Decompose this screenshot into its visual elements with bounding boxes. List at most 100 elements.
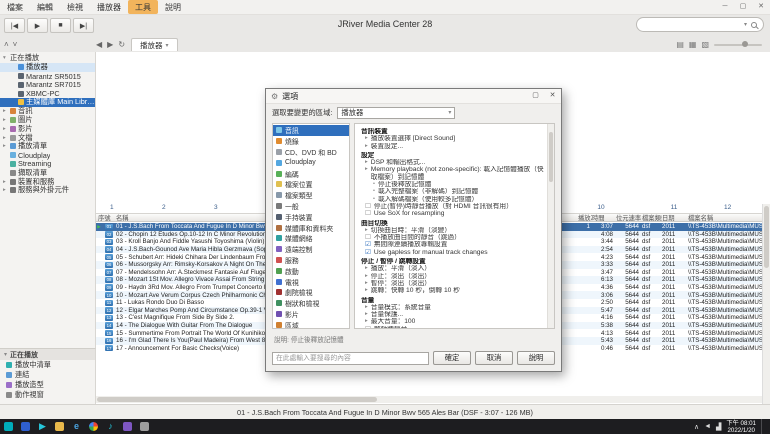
header-filename[interactable]: 檔案名稱 xyxy=(688,213,762,222)
setting-line[interactable]: ☐ 啟動時靜音 xyxy=(358,326,544,329)
forward-icon[interactable]: ▶ xyxy=(107,40,113,49)
options-category[interactable]: 檔案類型 xyxy=(273,190,349,201)
refresh-icon[interactable]: ↻ xyxy=(118,40,125,49)
sidebar-item[interactable]: ▸ 服務與外掛元件 xyxy=(0,186,95,195)
sidebar-item[interactable]: Cloudplay xyxy=(0,151,95,160)
header-date[interactable]: 日期 xyxy=(662,213,688,222)
setting-line[interactable]: ▸ 最大音量：100 xyxy=(358,318,544,325)
options-category[interactable]: 燒錄 xyxy=(273,136,349,147)
action-panel-item[interactable]: 連結 xyxy=(0,370,95,380)
setting-line[interactable]: ▸ 播放裝置選擇 [Direct Sound] xyxy=(358,135,544,142)
setting-marker-icon[interactable]: ▸ xyxy=(365,265,368,272)
header-filetype[interactable]: 檔案類型 xyxy=(642,213,662,222)
setting-line[interactable]: 音量 xyxy=(358,297,544,304)
setting-line[interactable]: ▸ 暫停：淡出（淡出） xyxy=(358,280,544,287)
setting-marker-icon[interactable]: ☑ xyxy=(365,249,371,256)
setting-marker-icon[interactable]: ☐ xyxy=(365,210,371,217)
expand-arrow-icon[interactable]: ▾ xyxy=(3,55,8,61)
taskbar-app-icon[interactable] xyxy=(51,419,68,434)
setting-line[interactable]: ▸ 切換曲目時：平滑（淡變） xyxy=(358,227,544,234)
setting-line[interactable]: 設定 xyxy=(358,152,544,159)
options-category[interactable]: 編碼 xyxy=(273,168,349,179)
setting-marker-icon[interactable]: ☐ xyxy=(365,234,371,241)
sidebar-item[interactable]: ▸ 播放清單 xyxy=(0,142,95,151)
cancel-button[interactable]: 取消 xyxy=(475,351,513,365)
volume-icon[interactable]: ◄ xyxy=(704,423,711,430)
setting-line[interactable]: ▸ 音量保護... xyxy=(358,311,544,318)
setting-marker-icon[interactable]: • xyxy=(373,188,375,195)
setting-line[interactable]: ☑ Use gapless for manual track changes xyxy=(358,249,544,256)
sidebar-item[interactable]: ▸ 圖片 xyxy=(0,116,95,125)
tray-expand-icon[interactable]: ∧ xyxy=(694,423,699,431)
action-panel-item[interactable]: 動作視窗 xyxy=(0,390,95,400)
view-list-icon[interactable]: ▤ xyxy=(676,40,684,49)
setting-line[interactable]: ▸ 裝置設定... xyxy=(358,143,544,150)
taskbar-app-icon[interactable] xyxy=(17,419,34,434)
options-category[interactable]: 劇院檢視 xyxy=(273,287,349,298)
setting-marker-icon[interactable]: ▸ xyxy=(365,273,368,280)
options-category[interactable]: 影片 xyxy=(273,309,349,320)
taskbar-app-icon[interactable]: e xyxy=(68,419,85,434)
setting-marker-icon[interactable]: ▸ xyxy=(365,280,368,287)
header-playcount[interactable]: 播放次數 xyxy=(578,213,592,222)
setting-line[interactable]: ☐ Use SoX for resampling xyxy=(358,210,544,217)
setting-line[interactable]: ☐ 停止(暫停)時靜音播放（對 HDMI 音訊很有用） xyxy=(358,203,544,210)
sidebar-item[interactable]: 主媒體庫 Main Library xyxy=(0,98,95,107)
options-category[interactable]: 檔案位置 xyxy=(273,179,349,190)
setting-marker-icon[interactable]: ☐ xyxy=(365,203,371,210)
setting-line[interactable]: ▸ 音量模式：系統音量 xyxy=(358,304,544,311)
setting-line[interactable]: • 載入解碼檔案（使用較多記憶體） xyxy=(358,196,544,203)
taskbar-app-icon[interactable] xyxy=(136,419,153,434)
zone-dropdown[interactable]: 播放器 ▾ xyxy=(337,107,455,119)
setting-line[interactable]: 停止 / 暫停 / 跳轉設置 xyxy=(358,258,544,265)
setting-marker-icon[interactable]: • xyxy=(373,196,375,203)
expand-arrow-icon[interactable]: ▸ xyxy=(3,135,8,141)
setting-marker-icon[interactable]: ▸ xyxy=(365,318,368,325)
action-panel-item[interactable]: 播放造型 xyxy=(0,380,95,390)
maximize-button[interactable]: ▢ xyxy=(734,0,752,14)
expand-arrow-icon[interactable]: ▸ xyxy=(3,187,8,193)
options-category[interactable]: 手持裝置 xyxy=(273,211,349,222)
options-category[interactable]: 音訊 xyxy=(273,125,349,136)
setting-line[interactable]: ▸ 跳轉：快轉 10 秒，倒轉 10 秒 xyxy=(358,287,544,294)
taskbar-app-icon[interactable]: ▶ xyxy=(34,419,51,434)
setting-marker-icon[interactable]: ☐ xyxy=(365,326,371,329)
sidebar-item[interactable]: Streaming xyxy=(0,160,95,169)
setting-marker-icon[interactable]: ▸ xyxy=(365,287,368,294)
expand-arrow-icon[interactable]: ▸ xyxy=(3,108,8,114)
options-category[interactable]: 樹狀和檢視 xyxy=(273,298,349,309)
taskbar-app-icon[interactable] xyxy=(0,419,17,434)
expand-arrow-icon[interactable]: ▸ xyxy=(3,179,8,185)
action-panel-header[interactable]: ▾ 正在播放 xyxy=(0,349,95,360)
ok-button[interactable]: 確定 xyxy=(433,351,471,365)
setting-line[interactable]: • 載入完整檔案（非解碼）到記憶體 xyxy=(358,188,544,195)
help-button[interactable]: 說明 xyxy=(517,351,555,365)
dialog-close-button[interactable]: ✕ xyxy=(544,89,561,103)
dialog-titlebar[interactable]: ⚙ 選項 ▢ ✕ xyxy=(266,89,561,104)
options-category[interactable]: 服務 xyxy=(273,255,349,266)
sidebar-item[interactable]: 播放器 xyxy=(0,63,95,72)
options-category[interactable]: 媒體網絡 xyxy=(273,233,349,244)
setting-marker-icon[interactable]: ▸ xyxy=(365,227,368,234)
back-icon[interactable]: ◀ xyxy=(96,40,102,49)
setting-marker-icon[interactable]: ▸ xyxy=(365,159,368,166)
setting-marker-icon[interactable]: • xyxy=(373,181,375,188)
header-duration[interactable]: 時間 xyxy=(592,213,616,222)
options-category[interactable]: 遠端控制 xyxy=(273,244,349,255)
menu-item[interactable]: 播放器 xyxy=(90,0,128,14)
setting-marker-icon[interactable]: ▸ xyxy=(365,143,368,150)
menu-item[interactable]: 說明 xyxy=(158,0,188,14)
setting-marker-icon[interactable]: ☑ xyxy=(365,241,371,248)
collapse-icon[interactable]: ˄ xyxy=(4,40,9,49)
setting-line[interactable]: ▸ Memory playback (not zone-specific): 載… xyxy=(358,166,544,181)
sidebar-item[interactable]: Marantz SR5015 xyxy=(0,72,95,81)
setting-line[interactable]: ▸ DSP 和輸出格式... xyxy=(358,159,544,166)
setting-line[interactable]: 曲目切換 xyxy=(358,220,544,227)
header-seq[interactable]: 序號 xyxy=(96,213,116,222)
close-button[interactable]: ✕ xyxy=(752,0,770,14)
expand-arrow-icon[interactable]: ▸ xyxy=(3,143,8,149)
vertical-scrollbar[interactable] xyxy=(762,204,770,404)
action-panel-item[interactable]: 播放中清單 xyxy=(0,360,95,370)
view-detail-icon[interactable]: ▧ xyxy=(701,40,709,49)
options-category[interactable]: 電視 xyxy=(273,276,349,287)
